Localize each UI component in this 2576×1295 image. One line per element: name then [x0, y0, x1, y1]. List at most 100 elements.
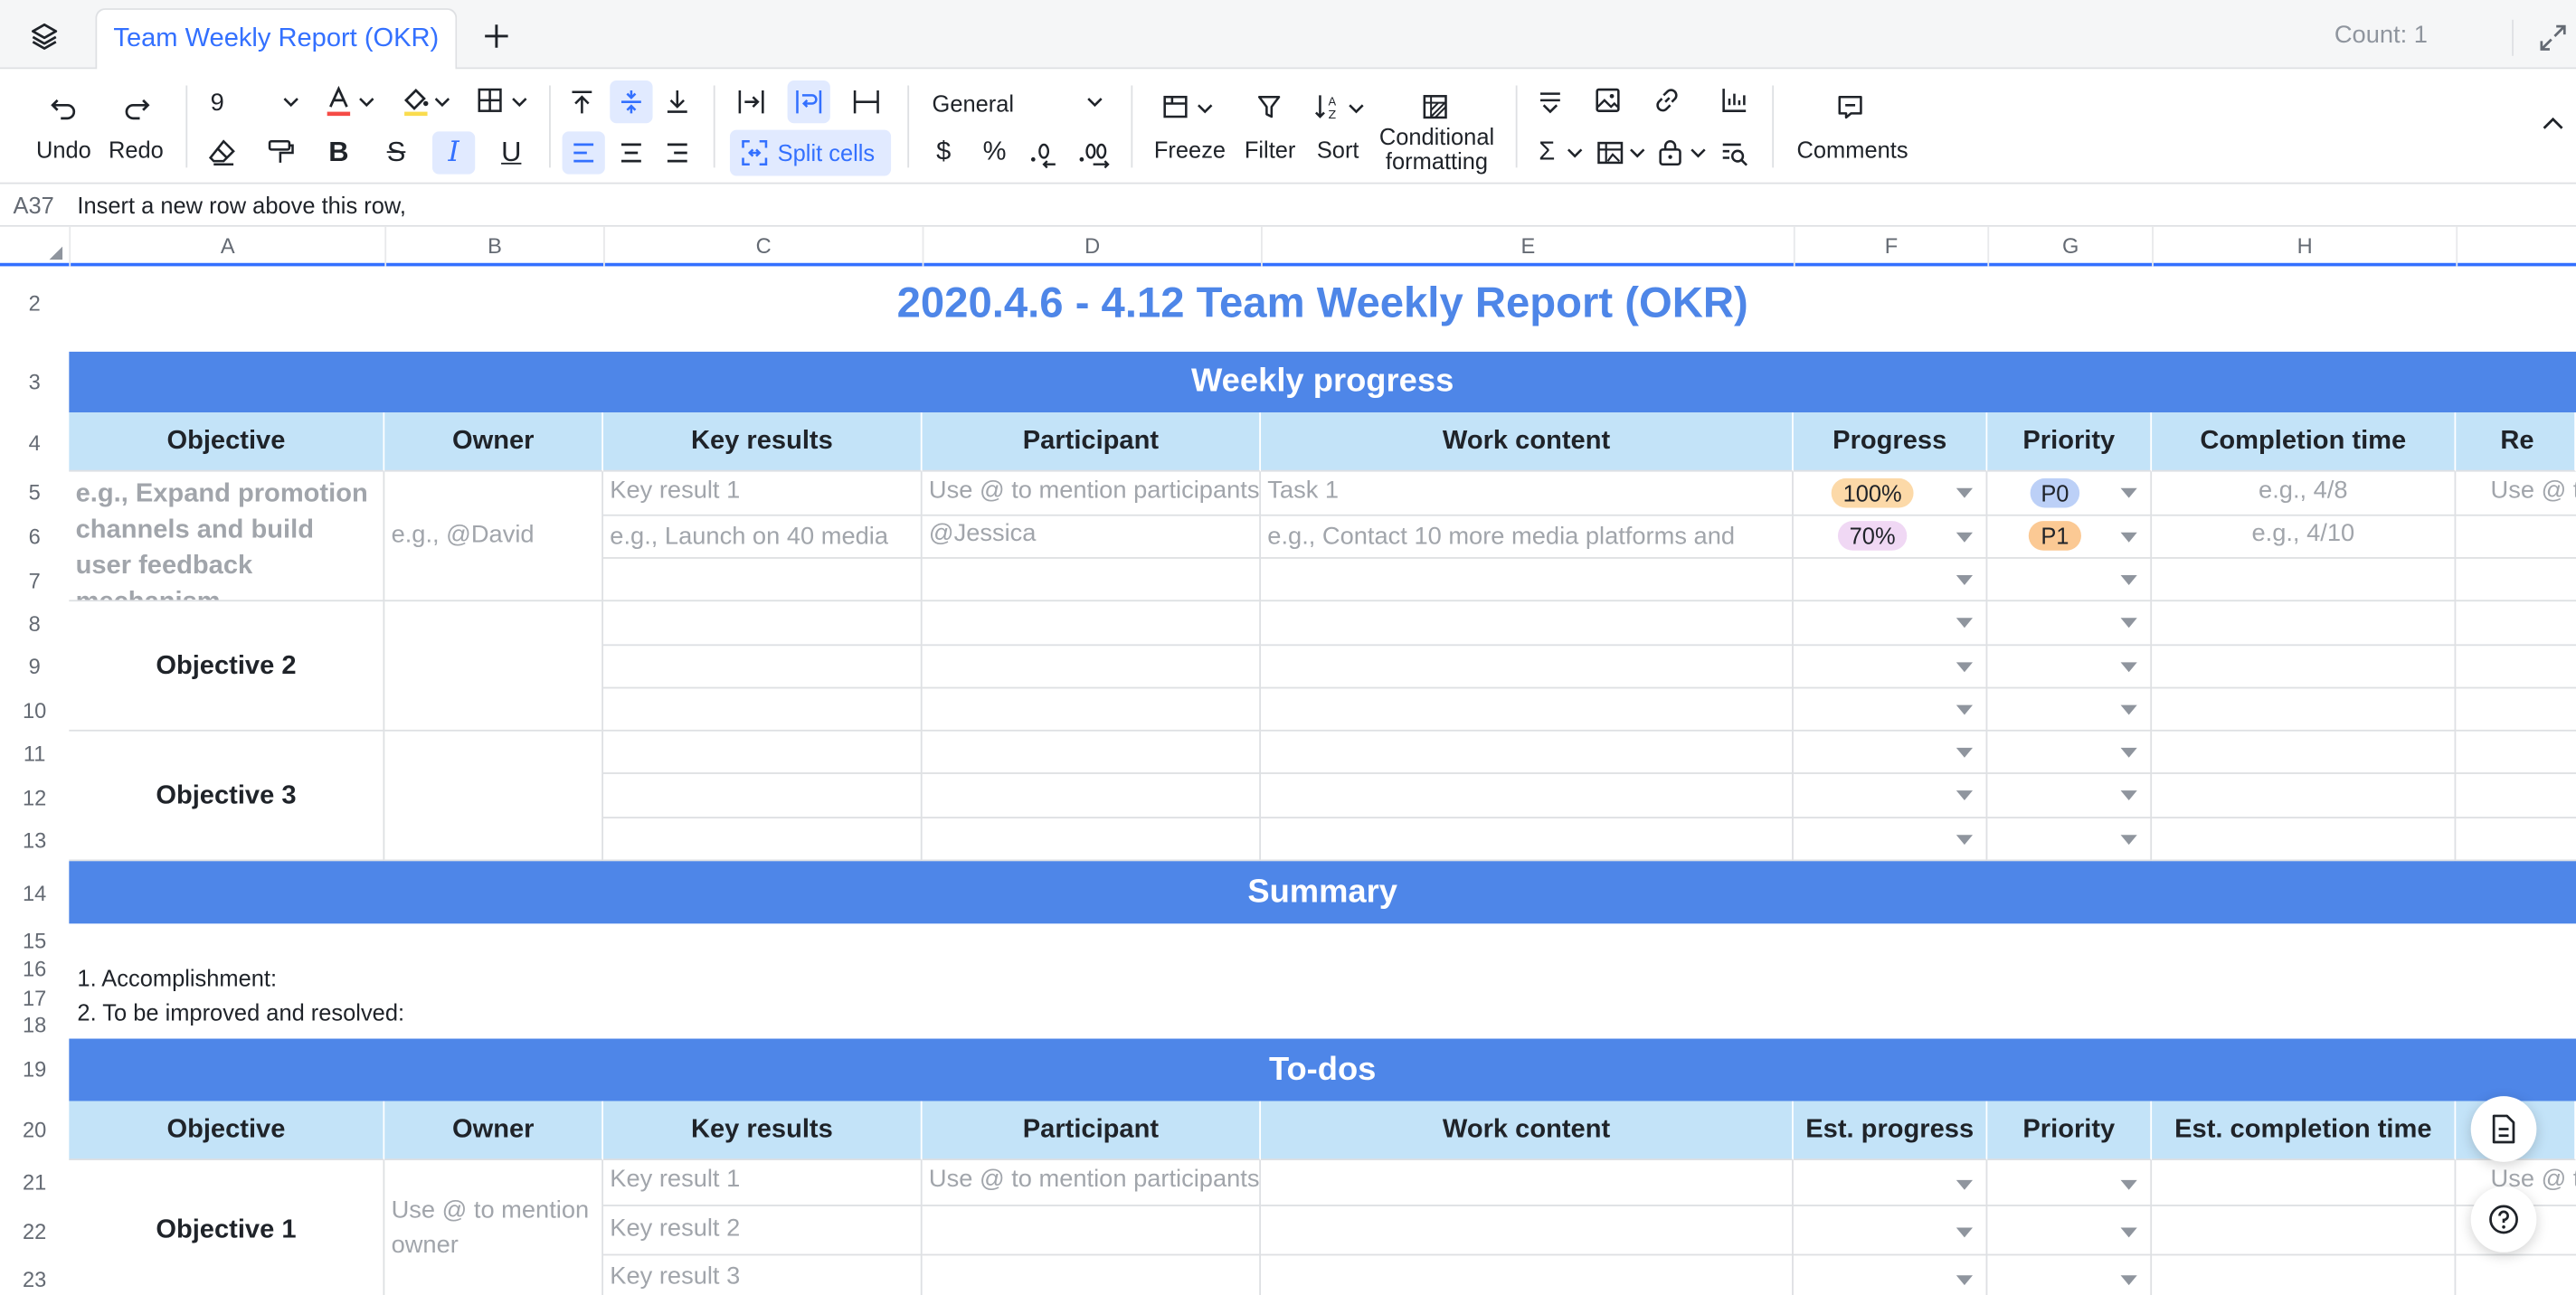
row-number[interactable]: 19 — [0, 1057, 69, 1082]
summary-band[interactable]: Summary — [69, 861, 2576, 924]
chevron-down-icon[interactable] — [1629, 147, 1645, 160]
dropdown-arrow-icon[interactable] — [1956, 532, 1973, 543]
progress-cell[interactable]: 70% — [1793, 515, 1988, 559]
work-content-cell[interactable] — [1261, 818, 1794, 862]
header-completion-time[interactable]: Completion time — [2152, 412, 2457, 472]
percent-icon[interactable]: % — [980, 137, 1009, 169]
todo-participant-cell[interactable]: Use @ to mention participants — [922, 1160, 1262, 1206]
priority-cell[interactable] — [1987, 773, 2153, 819]
column-header-f[interactable]: F — [1793, 226, 1987, 267]
participant-cell[interactable] — [922, 818, 1262, 862]
participant-cell[interactable] — [922, 646, 1262, 689]
todo-participant-cell[interactable] — [922, 1205, 1262, 1256]
dropdown-arrow-icon[interactable] — [2120, 618, 2137, 629]
remarks-cell[interactable] — [2456, 601, 2576, 647]
filter-icon[interactable] — [1256, 94, 1283, 120]
header-key-results[interactable]: Key results — [603, 412, 923, 472]
strikethrough-icon[interactable]: S — [382, 137, 412, 169]
dropdown-arrow-icon[interactable] — [2120, 747, 2137, 758]
priority-cell[interactable] — [1987, 601, 2153, 647]
help-fab[interactable] — [2470, 1186, 2537, 1252]
completion-time-cell[interactable]: e.g., 4/10 — [2152, 515, 2457, 559]
todo-header-est-progress[interactable]: Est. progress — [1793, 1101, 1988, 1161]
todo-header-priority[interactable]: Priority — [1987, 1101, 2153, 1161]
row-number[interactable]: 2 — [0, 291, 69, 316]
todo-header-key-results[interactable]: Key results — [603, 1101, 923, 1161]
column-header-i[interactable] — [2456, 226, 2576, 267]
todo-objective-1-cell[interactable]: Objective 1 — [69, 1160, 385, 1295]
remarks-cell[interactable] — [2456, 818, 2576, 862]
document-fab[interactable] — [2470, 1096, 2537, 1162]
todos-band[interactable]: To-dos — [69, 1038, 2576, 1101]
weekly-progress-band[interactable]: Weekly progress — [69, 351, 2576, 413]
row-number[interactable]: 10 — [0, 698, 69, 723]
redo-icon[interactable] — [121, 92, 151, 122]
dropdown-arrow-icon[interactable] — [1956, 1227, 1973, 1238]
chevron-down-icon[interactable] — [283, 95, 299, 109]
key-result-cell[interactable] — [603, 773, 923, 819]
todo-key-result-cell[interactable]: Key result 2 — [603, 1205, 923, 1256]
todo-header-owner[interactable]: Owner — [384, 1101, 604, 1161]
row-number[interactable]: 18 — [0, 1012, 69, 1036]
tab-sheet[interactable]: Team Weekly Report (OKR) — [95, 8, 458, 71]
chevron-down-icon[interactable] — [1086, 95, 1103, 109]
sheet-title[interactable]: 2020.4.6 - 4.12 Team Weekly Report (OKR) — [69, 268, 2576, 352]
split-cells-button[interactable]: Split cells — [729, 129, 892, 176]
completion-time-cell[interactable] — [2152, 731, 2457, 774]
dropdown-arrow-icon[interactable] — [2120, 1227, 2137, 1238]
row-number[interactable]: 4 — [0, 430, 69, 455]
chevron-down-icon[interactable] — [1197, 102, 1213, 116]
remarks-cell[interactable] — [2456, 516, 2576, 559]
redo-button[interactable]: Redo — [109, 137, 164, 163]
increase-decimal-icon[interactable] — [1078, 139, 1111, 169]
column-header-b[interactable]: B — [384, 226, 603, 267]
dropdown-arrow-icon[interactable] — [2120, 835, 2137, 846]
overflow-icon[interactable] — [736, 89, 766, 115]
completion-time-cell[interactable] — [2152, 818, 2457, 862]
dropdown-arrow-icon[interactable] — [2120, 1179, 2137, 1190]
dropdown-arrow-icon[interactable] — [1956, 790, 1973, 801]
row-number[interactable]: 21 — [0, 1170, 69, 1195]
row-number[interactable]: 17 — [0, 986, 69, 1010]
dropdown-arrow-icon[interactable] — [1956, 1275, 1973, 1286]
completion-time-cell[interactable] — [2152, 773, 2457, 819]
priority-cell[interactable] — [1987, 646, 2153, 689]
todo-header-objective[interactable]: Objective — [69, 1101, 385, 1161]
chevron-down-icon[interactable] — [1567, 147, 1583, 160]
row-number[interactable]: 7 — [0, 569, 69, 593]
currency-icon[interactable]: $ — [931, 137, 957, 169]
sum-icon[interactable]: Σ — [1534, 137, 1560, 169]
completion-time-cell[interactable] — [2152, 646, 2457, 689]
underline-icon[interactable]: U — [497, 137, 526, 169]
example-owner-cell[interactable]: e.g., @David — [384, 471, 604, 602]
dropdown-arrow-icon[interactable] — [1956, 575, 1973, 585]
undo-icon[interactable] — [50, 92, 80, 122]
column-header-e[interactable]: E — [1261, 226, 1794, 267]
work-content-cell[interactable] — [1261, 688, 1794, 732]
decrease-decimal-icon[interactable] — [1029, 139, 1059, 169]
header-objective[interactable]: Objective — [69, 412, 385, 472]
example-objective-cell[interactable]: e.g., Expand promotion channels and buil… — [69, 471, 385, 602]
find-icon[interactable] — [1721, 139, 1749, 166]
header-participant[interactable]: Participant — [922, 412, 1262, 472]
chevron-down-icon[interactable] — [1348, 102, 1364, 116]
progress-cell[interactable] — [1793, 688, 1988, 732]
todo-key-result-cell[interactable]: Key result 1 — [603, 1160, 923, 1206]
comments-button[interactable]: Comments — [1797, 137, 1908, 163]
dropdown-arrow-icon[interactable] — [1956, 662, 1973, 673]
participant-cell[interactable] — [922, 558, 1262, 602]
progress-cell[interactable] — [1793, 773, 1988, 819]
sort-button[interactable]: Sort — [1317, 137, 1359, 163]
priority-cell[interactable] — [1987, 688, 2153, 732]
participant-cell[interactable]: Use @ to mention participants — [922, 471, 1262, 516]
freeze-button[interactable]: Freeze — [1154, 137, 1226, 163]
row-number[interactable]: 22 — [0, 1219, 69, 1243]
row-number[interactable]: 8 — [0, 611, 69, 636]
key-result-cell[interactable]: Key result 1 — [603, 471, 923, 516]
dropdown-arrow-icon[interactable] — [2120, 575, 2137, 585]
participant-cell[interactable] — [922, 773, 1262, 819]
todo-completion-time-cell[interactable] — [2152, 1205, 2457, 1256]
key-result-cell[interactable] — [603, 558, 923, 602]
align-top-icon[interactable] — [569, 89, 595, 115]
column-header-a[interactable]: A — [69, 226, 384, 267]
